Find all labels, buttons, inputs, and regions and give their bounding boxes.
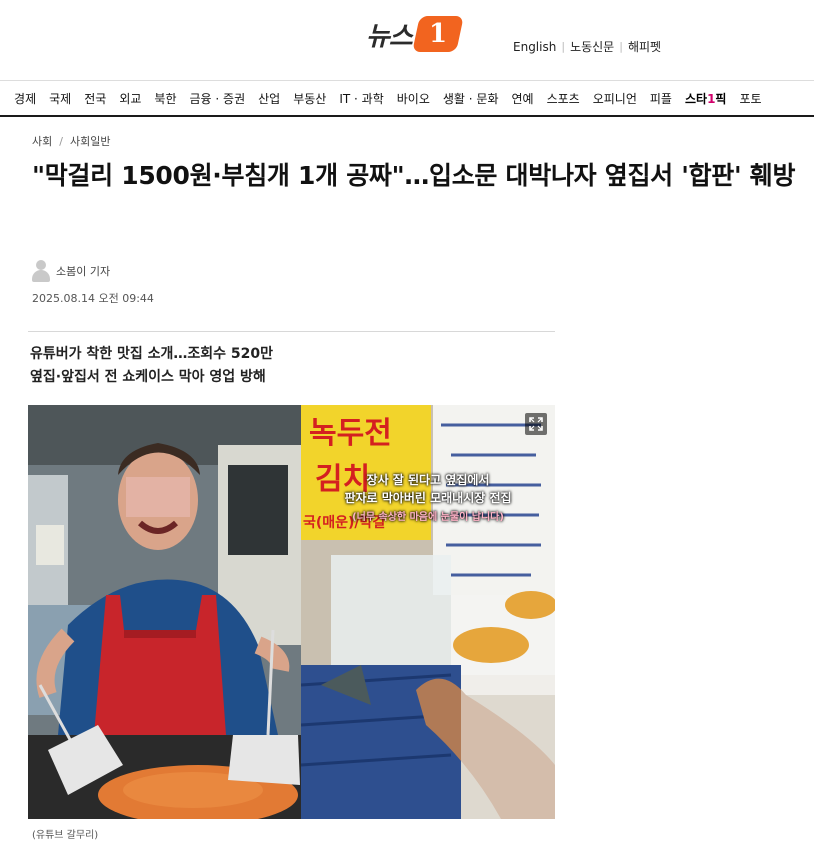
section-nav: 회 경제 국제 전국 외교 북한 금융 · 증권 산업 부동산 IT · 과학 …	[0, 80, 814, 117]
author-avatar-icon	[32, 260, 50, 282]
logo-text: 뉴스	[366, 21, 413, 52]
summary-line: 유튜버가 착한 맛집 소개…조회수 520만	[30, 346, 274, 362]
breadcrumb-separator: /	[59, 134, 63, 148]
photo-credit: (유튜브 갈무리)	[32, 830, 99, 841]
nav-item-people[interactable]: 피플	[650, 90, 672, 107]
article-photo[interactable]: 녹두전 김치 국(매운)/막걸 장사 잘 된다고 옆집에서 판자로 막아버린 모…	[28, 405, 555, 819]
byline: 소봄이 기자	[32, 260, 110, 282]
vendor-illustration	[28, 405, 301, 819]
nav-item-entertainment[interactable]: 연예	[511, 90, 533, 107]
breadcrumb-subsection[interactable]: 사회일반	[70, 133, 110, 149]
util-separator: |	[619, 40, 623, 53]
logo-mark-digit: 1	[428, 19, 447, 49]
nav-item-society[interactable]: 회	[0, 90, 1, 107]
breadcrumb-section[interactable]: 사회	[32, 133, 52, 149]
author-name[interactable]: 소봄이 기자	[56, 263, 110, 279]
nav-item-nation[interactable]: 전국	[84, 90, 106, 107]
sign-text-1: 녹두전	[309, 416, 392, 451]
article-headline: "막걸리 1500원·부침개 1개 공짜"…입소문 대박나자 옆집서 '합판' …	[32, 161, 796, 190]
article-summary: 유튜버가 착한 맛집 소개…조회수 520만 옆집·앞집서 전 쇼케이스 막아 …	[30, 343, 273, 389]
nav-item-life-culture[interactable]: 생활 · 문화	[443, 90, 499, 107]
breadcrumb: 사회 / 사회일반	[32, 133, 110, 149]
photo-overlay-caption: 장사 잘 된다고 옆집에서	[366, 473, 490, 487]
summary-line: 옆집·앞집서 전 쇼케이스 막아 영업 방해	[30, 369, 266, 385]
nav-item-industry[interactable]: 산업	[258, 90, 280, 107]
photo-overlay-caption: 판자로 막아버린 모래내시장 전집	[344, 491, 512, 505]
logo-mark: 1	[412, 16, 464, 52]
nav-item-opinion[interactable]: 오피니언	[593, 90, 637, 107]
photo-overlay-caption: (너무 속상한 마음에 눈물이 납니다)	[352, 512, 504, 523]
nav-item-finance[interactable]: 금융 · 증권	[190, 90, 246, 107]
nav-item-photo[interactable]: 포토	[739, 90, 761, 107]
photo-panel-showcase: 녹두전 김치 국(매운)/막걸	[301, 405, 555, 819]
news1-logo[interactable]: 뉴스 1	[366, 14, 464, 54]
nav-item-north-korea[interactable]: 북한	[154, 90, 176, 107]
util-link-english[interactable]: English	[513, 40, 556, 54]
nav-item-world[interactable]: 국제	[49, 90, 71, 107]
summary-divider	[28, 331, 555, 332]
nav-item-economy[interactable]: 경제	[14, 90, 36, 107]
util-link-happypet[interactable]: 해피펫	[628, 38, 661, 55]
nav-item-bio[interactable]: 바이오	[397, 90, 430, 107]
utility-links: English | 노동신문 | 해피펫	[513, 38, 661, 55]
nav-item-star1pick[interactable]: 스타1픽	[685, 90, 727, 107]
util-link-labor[interactable]: 노동신문	[570, 38, 614, 55]
nav-item-real-estate[interactable]: 부동산	[293, 90, 326, 107]
photo-panel-vendor	[28, 405, 301, 819]
showcase-illustration: 녹두전 김치 국(매운)/막걸	[301, 405, 555, 819]
nav-item-diplomacy[interactable]: 외교	[119, 90, 141, 107]
masthead: 뉴스 1 English | 노동신문 | 해피펫	[0, 0, 814, 74]
util-separator: |	[561, 40, 566, 53]
publish-date: 2025.08.14 오전 09:44	[32, 292, 154, 305]
expand-icon[interactable]	[525, 413, 547, 435]
nav-item-sports[interactable]: 스포츠	[547, 90, 580, 107]
nav-item-it-science[interactable]: IT · 과학	[339, 90, 383, 107]
